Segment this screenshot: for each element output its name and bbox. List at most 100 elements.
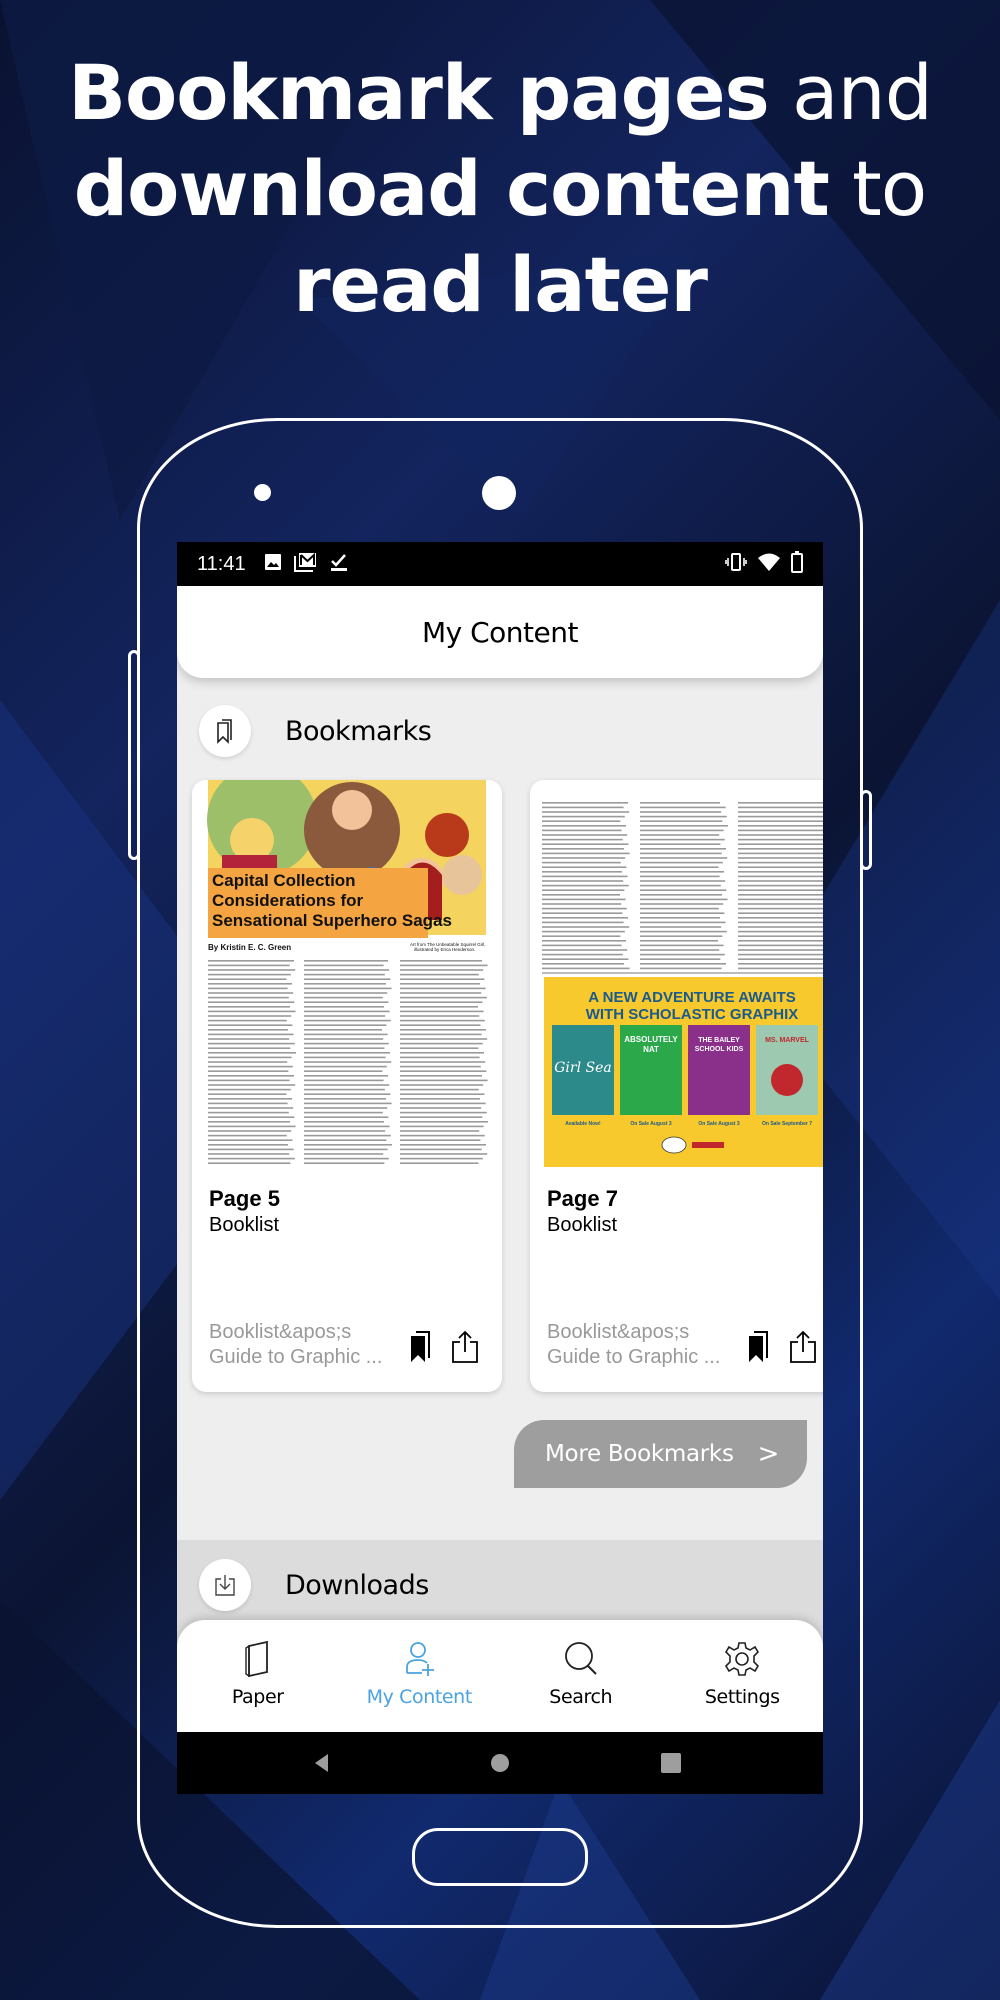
text-line [542,802,628,804]
book-status: On Sale August 3 [630,1121,671,1127]
text-line [400,1130,480,1132]
text-line [640,953,725,956]
text-line [208,983,292,985]
text-line [640,967,722,970]
text-line [208,1111,289,1114]
text-line [738,898,823,901]
app-bar: My Content [177,586,823,678]
text-line [738,825,823,827]
svg-text:NAT: NAT [643,1045,659,1054]
text-line [738,884,823,887]
image-icon [264,553,282,576]
page-thumbnail[interactable]: A NEW ADVENTURE AWAITS WITH SCHOLASTIC G… [530,780,823,1170]
text-line [304,1052,390,1054]
task-check-icon [330,552,348,577]
text-line [304,964,384,967]
text-line [542,912,623,914]
search-icon [564,1642,597,1675]
home-button[interactable] [491,1754,509,1772]
text-line [738,820,823,822]
tab-search[interactable]: Search [500,1620,662,1732]
bookmark-carousel[interactable]: Capital Collection Considerations for Se… [192,780,823,1392]
text-line [542,963,624,965]
tab-label: My Content [366,1686,473,1708]
text-line [738,834,823,836]
tab-my-content[interactable]: My Content [339,1620,501,1732]
bookmark-toggle-button[interactable] [745,1330,773,1369]
text-line [304,1088,385,1091]
text-line [640,949,720,951]
recents-button[interactable] [661,1753,681,1773]
bookmark-card[interactable]: Capital Collection Considerations for Se… [192,780,502,1392]
text-line [640,857,728,859]
text-line [738,958,823,960]
ad-headline-1: A NEW ADVENTURE AWAITS [588,989,796,1006]
text-line [208,1052,296,1054]
bookmarks-icon-button[interactable] [199,705,251,757]
page-5-preview: Capital Collection Considerations for Se… [192,780,502,1170]
text-line [208,960,294,962]
text-line [738,848,823,850]
text-line [208,1125,296,1128]
tab-paper[interactable]: Paper [177,1620,339,1732]
text-line [304,1001,389,1003]
text-line [542,935,621,937]
text-line [304,996,383,999]
tab-settings[interactable]: Settings [662,1620,824,1732]
bookmark-page: Page 5 [209,1186,280,1211]
share-button[interactable] [788,1330,818,1369]
text-line [400,992,482,994]
svg-text:ABSOLUTELY: ABSOLUTELY [624,1035,678,1044]
page-thumbnail[interactable]: Capital Collection Considerations for Se… [192,780,502,1170]
text-line [208,1144,288,1146]
text-line [542,926,630,928]
text-line [640,935,723,937]
text-line [304,1038,384,1040]
text-line [738,912,823,914]
text-line [208,1065,293,1068]
text-line [400,1111,487,1114]
text-line [400,1006,478,1008]
bookmark-card[interactable]: A NEW ADVENTURE AWAITS WITH SCHOLASTIC G… [530,780,823,1392]
text-line [304,1029,382,1031]
more-bookmarks-button[interactable]: More Bookmarks > [514,1420,807,1488]
text-line [304,1098,386,1100]
text-line [542,940,626,942]
phone-sensor-dot [254,484,271,501]
bookmark-toggle-button[interactable] [407,1330,435,1369]
text-line [400,1093,485,1095]
bookmarks-section-header: Bookmarks [177,686,823,776]
text-line [304,1130,386,1132]
text-line [542,825,626,827]
text-line [738,880,823,882]
text-line [400,1162,479,1164]
text-line [208,1075,294,1077]
text-line [542,811,630,813]
text-line [400,1047,479,1049]
text-line [542,829,622,832]
text-line [738,838,823,841]
text-line [640,802,720,804]
text-line [304,1015,386,1017]
text-line [400,1033,482,1036]
text-line [304,1061,392,1063]
text-line [304,1139,387,1141]
text-line [208,1084,296,1086]
downloads-icon-button[interactable] [199,1559,251,1611]
text-line [304,1079,384,1082]
text-line [304,1125,390,1128]
back-button[interactable] [315,1754,328,1772]
text-line [400,1070,487,1072]
text-line [738,871,823,873]
share-button[interactable] [450,1330,480,1369]
text-line [738,953,823,956]
text-line [400,1065,481,1068]
text-line [640,829,724,832]
text-line [208,1006,290,1008]
text-line [208,1148,294,1151]
text-line [738,857,823,859]
text-line [542,866,627,868]
text-line [400,1019,485,1022]
text-line [400,1088,479,1091]
gmail-icon [293,552,318,577]
